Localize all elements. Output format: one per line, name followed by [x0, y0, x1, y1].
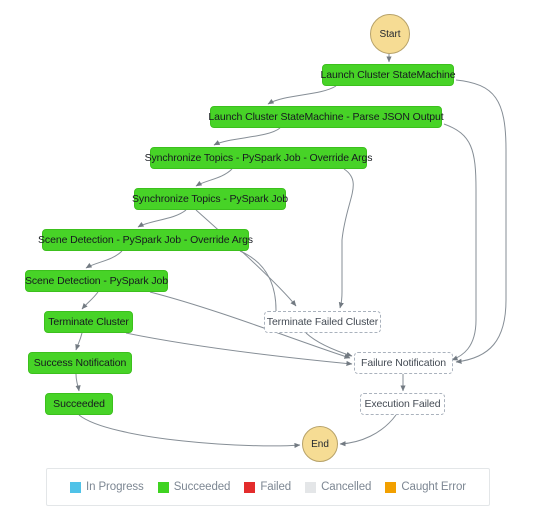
- graph-node-label: Launch Cluster StateMachine - Parse JSON…: [208, 111, 444, 123]
- graph-node-success_notif[interactable]: Success Notification: [28, 352, 132, 374]
- graph-node-label: Terminate Failed Cluster: [266, 316, 379, 328]
- edge-sync_override-to-sync_job: [195, 168, 233, 187]
- graph-node-end[interactable]: End: [302, 426, 338, 462]
- graph-node-scene_override[interactable]: Scene Detection - PySpark Job - Override…: [38, 229, 253, 251]
- graph-node-label: Synchronize Topics - PySpark Job: [132, 193, 288, 205]
- legend-swatch-icon: [244, 481, 256, 493]
- status-legend: In Progress Succeeded Failed Cancelled Caugh…: [46, 468, 490, 506]
- state-machine-graph[interactable]: Start Launch Cluster StateMachine Launch C…: [0, 0, 536, 516]
- edge-launch_parse-to-failure_notif: [443, 123, 477, 361]
- legend-label: Succeeded: [173, 481, 231, 493]
- graph-node-scene_job[interactable]: Scene Detection - PySpark Job: [25, 270, 168, 292]
- graph-node-label: Succeeded: [53, 398, 105, 410]
- legend-swatch-icon: [385, 481, 397, 493]
- edge-success_notif-to-succeeded: [75, 373, 81, 392]
- legend-item-cancelled: Cancelled: [305, 481, 371, 493]
- edge-term_failed-to-failure_notif: [305, 332, 353, 357]
- edge-launch-to-failure_notif: [455, 79, 507, 364]
- graph-node-label: Launch Cluster StateMachine: [320, 69, 456, 81]
- legend-item-failed: Failed: [244, 481, 291, 493]
- graph-node-label: Synchronize Topics - PySpark Job - Overr…: [144, 152, 373, 164]
- graph-node-launch_parse[interactable]: Launch Cluster StateMachine - Parse JSON…: [208, 106, 444, 128]
- edge-terminate-to-failure_notif: [125, 332, 353, 367]
- graph-node-label: Scene Detection - PySpark Job - Override…: [38, 234, 253, 246]
- edge-sync_job-to-scene_override: [137, 209, 187, 228]
- edge-terminate-to-success_notif: [75, 332, 83, 351]
- graph-node-launch[interactable]: Launch Cluster StateMachine: [320, 64, 456, 86]
- legend-item-in-progress: In Progress: [70, 481, 144, 493]
- graph-node-failure_notif[interactable]: Failure Notification: [354, 352, 453, 374]
- graph-node-label: Terminate Cluster: [48, 316, 129, 328]
- graph-node-sync_override[interactable]: Synchronize Topics - PySpark Job - Overr…: [145, 147, 373, 169]
- legend-swatch-icon: [157, 481, 169, 493]
- graph-node-start[interactable]: Start: [370, 14, 410, 54]
- legend-swatch-icon: [70, 481, 81, 493]
- edge-succeeded-to-end: [78, 414, 301, 449]
- graph-node-terminate[interactable]: Terminate Cluster: [44, 311, 133, 333]
- legend-label: Cancelled: [321, 481, 372, 493]
- legend-item-succeeded: Succeeded: [157, 481, 231, 493]
- edge-scene_override-to-term_failed: [239, 250, 279, 319]
- edge-exec_failed-to-end: [339, 414, 397, 447]
- edge-launch-to-launch_parse: [267, 85, 337, 105]
- graph-node-succeeded[interactable]: Succeeded: [45, 393, 113, 415]
- edge-sync_job-to-term_failed: [195, 209, 297, 307]
- legend-label: Caught Error: [401, 481, 466, 493]
- graph-node-label: Scene Detection - PySpark Job: [25, 275, 169, 287]
- graph-node-label: Failure Notification: [361, 357, 446, 369]
- edge-launch_parse-to-sync_override: [213, 127, 281, 146]
- legend-swatch-icon: [305, 481, 317, 493]
- graph-node-label: Execution Failed: [364, 398, 441, 410]
- edge-scene_override-to-scene_job: [85, 250, 123, 269]
- graph-node-exec_failed[interactable]: Execution Failed: [360, 393, 445, 415]
- legend-label: Failed: [260, 481, 292, 493]
- graph-node-sync_job[interactable]: Synchronize Topics - PySpark Job: [132, 188, 288, 210]
- legend-item-caught-error: Caught Error: [385, 481, 466, 493]
- edge-sync_override-to-term_failed: [338, 168, 354, 309]
- graph-node-label: Start: [379, 28, 401, 40]
- graph-node-label: Success Notification: [33, 357, 127, 369]
- graph-node-label: End: [311, 438, 329, 450]
- legend-label: In Progress: [86, 481, 144, 493]
- graph-node-term_failed[interactable]: Terminate Failed Cluster: [264, 311, 381, 333]
- edge-scene_job-to-terminate: [81, 291, 99, 310]
